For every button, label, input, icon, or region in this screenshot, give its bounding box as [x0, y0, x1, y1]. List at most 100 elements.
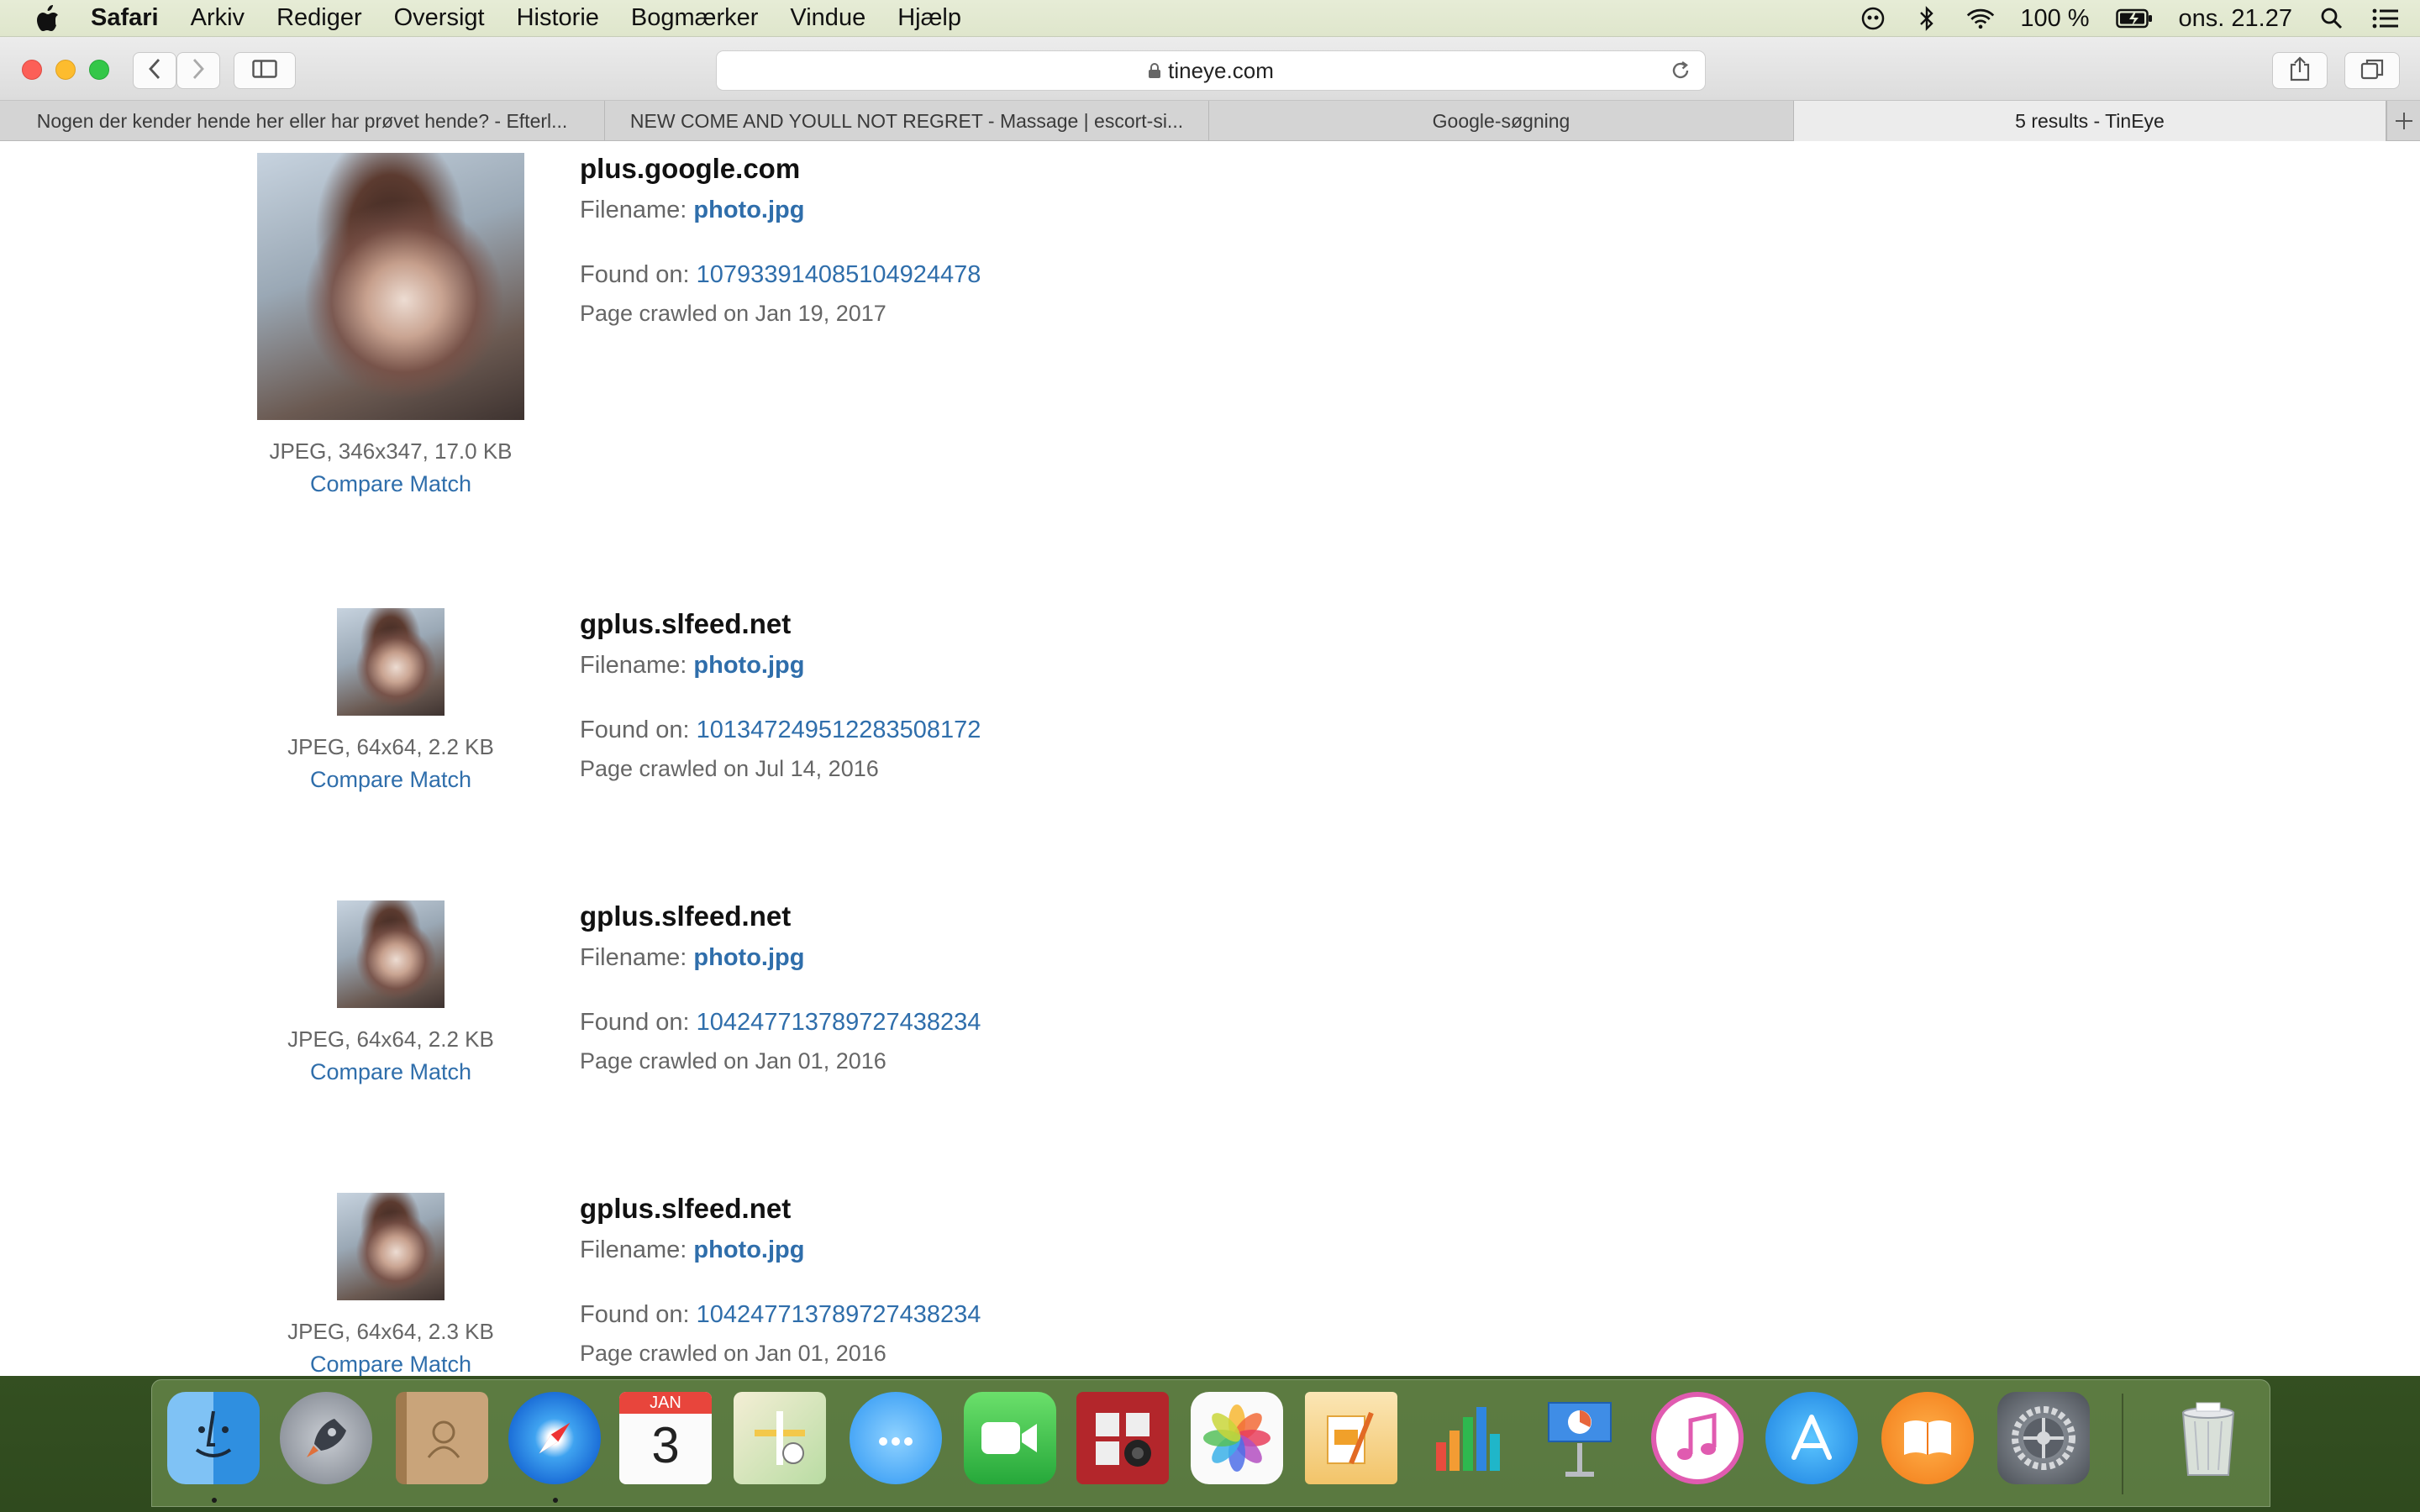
filename-label: Filename:	[580, 944, 687, 971]
facetime-icon[interactable]	[964, 1392, 1056, 1484]
menu-oversigt[interactable]: Oversigt	[394, 4, 485, 32]
battery-icon[interactable]	[2115, 4, 2154, 33]
crawled-date: Page crawled on Jan 01, 2016	[580, 1048, 886, 1074]
calendar-icon[interactable]: JAN 3	[619, 1392, 712, 1484]
filename-link[interactable]: photo.jpg	[693, 1236, 804, 1263]
share-button[interactable]	[2272, 52, 2328, 89]
running-indicator	[212, 1498, 217, 1503]
reload-icon[interactable]	[1670, 60, 1691, 87]
close-window-button[interactable]	[22, 60, 42, 80]
menu-bogmaerker[interactable]: Bogmærker	[631, 4, 759, 32]
tab-massage[interactable]: NEW COME AND YOULL NOT REGRET - Massage …	[605, 101, 1209, 141]
result-thumbnail[interactable]	[337, 900, 445, 1008]
found-on-link[interactable]: 104247713789727438234	[697, 1301, 981, 1328]
bluetooth-icon[interactable]	[1912, 4, 1941, 33]
sidebar-icon	[252, 59, 277, 82]
found-on-label: Found on:	[580, 717, 690, 743]
menu-app-name[interactable]: Safari	[91, 4, 159, 32]
tab-bar: Nogen der kender hende her eller har prø…	[0, 101, 2420, 141]
chevron-right-icon	[192, 58, 205, 84]
zoom-window-button[interactable]	[89, 60, 109, 80]
result-thumbnail[interactable]	[337, 1193, 445, 1300]
tab-forum[interactable]: Nogen der kender hende her eller har prø…	[0, 101, 605, 141]
minimize-window-button[interactable]	[55, 60, 76, 80]
battery-percentage: 100 %	[2020, 4, 2090, 32]
compare-match-link[interactable]: Compare Match	[310, 767, 471, 793]
trash-icon[interactable]	[2162, 1392, 2254, 1484]
result-domain: gplus.slfeed.net	[580, 1193, 792, 1224]
filename-row: Filename: photo.jpg	[580, 1236, 981, 1264]
finder-icon[interactable]	[167, 1392, 260, 1484]
found-on-link[interactable]: 104247713789727438234	[697, 1009, 981, 1036]
menu-bar: Safari Arkiv Rediger Oversigt Historie B…	[0, 0, 2420, 37]
crawled-date: Page crawled on Jan 19, 2017	[580, 301, 886, 326]
tab-label: Google-søgning	[1432, 109, 1570, 132]
found-on-label: Found on:	[580, 261, 690, 288]
tab-tineye[interactable]: 5 results - TinEye	[1794, 101, 2386, 141]
forward-button[interactable]	[176, 52, 220, 89]
ibooks-icon[interactable]	[1881, 1392, 1974, 1484]
tab-overview-button[interactable]	[2344, 52, 2400, 89]
crawled-date: Page crawled on Jan 01, 2016	[580, 1341, 886, 1366]
found-on-link[interactable]: 107933914085104924478	[697, 261, 981, 288]
menu-hjaelp[interactable]: Hjælp	[897, 4, 961, 32]
pages-icon[interactable]	[1305, 1392, 1397, 1484]
menu-historie[interactable]: Historie	[517, 4, 599, 32]
found-on-row: Found on: 104247713789727438234	[580, 1009, 981, 1037]
filename-row: Filename: photo.jpg	[580, 197, 981, 224]
filename-link[interactable]: photo.jpg	[693, 944, 804, 971]
filename-row: Filename: photo.jpg	[580, 652, 981, 680]
tab-label: NEW COME AND YOULL NOT REGRET - Massage …	[629, 109, 1184, 132]
plus-icon	[2395, 105, 2413, 138]
menu-vindue[interactable]: Vindue	[790, 4, 865, 32]
chevron-left-icon	[148, 58, 161, 84]
new-tab-button[interactable]	[2386, 101, 2420, 141]
tab-google[interactable]: Google-søgning	[1209, 101, 1794, 141]
url-text: tineye.com	[1168, 57, 1274, 83]
contacts-icon[interactable]	[396, 1392, 488, 1484]
compare-match-link[interactable]: Compare Match	[310, 1352, 471, 1376]
compare-match-link[interactable]: Compare Match	[310, 1059, 471, 1085]
notification-center-icon[interactable]	[2371, 4, 2400, 33]
filename-label: Filename:	[580, 1236, 687, 1263]
lock-icon	[1148, 62, 1161, 79]
keynote-icon[interactable]	[1534, 1392, 1626, 1484]
image-meta: JPEG, 64x64, 2.3 KB	[287, 1319, 494, 1344]
filename-link[interactable]: photo.jpg	[693, 652, 804, 679]
back-button[interactable]	[133, 52, 176, 89]
compare-match-link[interactable]: Compare Match	[310, 471, 471, 497]
browser-toolbar: tineye.com	[0, 37, 2420, 101]
system-preferences-icon[interactable]	[1997, 1392, 2090, 1484]
filename-label: Filename:	[580, 197, 687, 223]
filename-row: Filename: photo.jpg	[580, 944, 981, 972]
photos-icon[interactable]	[1191, 1392, 1283, 1484]
address-bar[interactable]: tineye.com	[716, 50, 1706, 91]
sidebar-toggle-button[interactable]	[234, 52, 296, 89]
maps-icon[interactable]	[734, 1392, 826, 1484]
tab-label: 5 results - TinEye	[2015, 109, 2165, 132]
menu-rediger[interactable]: Rediger	[276, 4, 362, 32]
tab-label: Nogen der kender hende her eller har prø…	[36, 109, 568, 132]
wifi-icon[interactable]	[1966, 4, 1995, 33]
launchpad-icon[interactable]	[280, 1392, 372, 1484]
result-domain: plus.google.com	[580, 153, 801, 184]
menu-arkiv[interactable]: Arkiv	[191, 4, 245, 32]
result-thumbnail[interactable]	[337, 608, 445, 716]
messages-icon[interactable]	[850, 1392, 942, 1484]
ghostery-icon[interactable]	[1859, 4, 1887, 33]
running-indicator	[553, 1498, 558, 1503]
numbers-icon[interactable]	[1419, 1392, 1512, 1484]
photo-booth-icon[interactable]	[1076, 1392, 1169, 1484]
safari-dock-icon[interactable]	[508, 1392, 601, 1484]
itunes-icon[interactable]	[1651, 1392, 1744, 1484]
menu-clock[interactable]: ons. 21.27	[2179, 5, 2292, 33]
image-meta: JPEG, 346x347, 17.0 KB	[269, 438, 513, 464]
result-thumbnail[interactable]	[257, 153, 524, 420]
app-store-icon[interactable]	[1765, 1392, 1858, 1484]
apple-menu-icon[interactable]	[32, 3, 64, 34]
calendar-day: 3	[651, 1417, 680, 1473]
dock: JAN 3	[151, 1379, 2270, 1507]
spotlight-search-icon[interactable]	[2317, 4, 2346, 33]
found-on-link[interactable]: 101347249512283508172	[697, 717, 981, 743]
filename-link[interactable]: photo.jpg	[693, 197, 804, 223]
